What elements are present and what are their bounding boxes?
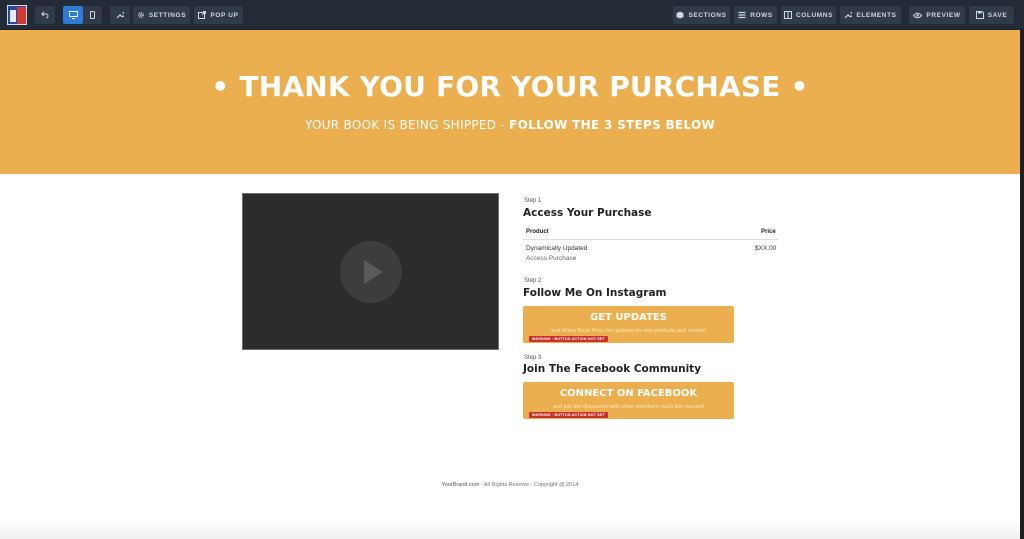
get-updates-label: GET UPDATES [590,312,667,323]
rows-button[interactable]: ROWS [734,6,777,24]
settings-button[interactable]: SETTINGS [133,6,190,24]
step2-label: Step 2 [524,278,542,284]
play-icon[interactable] [340,241,402,303]
connect-facebook-sublabel: and join the discussion with other membe… [552,404,704,410]
mobile-view-button[interactable] [83,6,102,24]
table-header-product: Product [526,229,549,235]
step3-title: Join The Facebook Community [523,363,702,375]
get-updates-sublabel: and follow Russ Perry for updates on new… [551,328,706,334]
save-button[interactable]: SAVE [969,6,1014,24]
mobile-icon [90,11,95,19]
product-name: Dynamically Updated [526,245,588,252]
hero-subtitle: YOUR BOOK IS BEING SHIPPED - FOLLOW THE … [0,118,1020,132]
undo-icon [41,11,49,19]
footer-brand: YourBrand.com [441,482,480,488]
columns-button[interactable]: COLUMNS [781,6,836,24]
popup-button[interactable]: POP UP [194,6,243,24]
external-link-icon [198,11,207,19]
app-logo [7,5,27,25]
elements-label: ELEMENTS [856,11,897,19]
cube-icon [676,11,684,19]
elements-button[interactable]: ELEMENTS [840,6,901,24]
step2-title: Follow Me On Instagram [523,287,667,299]
footer: YourBrand.com - All Rights Reserve - Cop… [0,482,1020,488]
monitor-icon [68,11,78,19]
columns-icon [783,11,792,19]
wrench-icon [116,11,124,19]
settings-label: SETTINGS [148,11,187,19]
wrench-icon [844,11,853,19]
gear-icon [137,11,145,19]
warning-badge: WARNING · BUTTON ACTION NOT SET [529,412,608,418]
undo-button[interactable] [35,6,55,24]
preview-button[interactable]: PREVIEW [909,6,965,24]
product-price: $XX.00 [755,245,777,252]
hero-subtitle-plain: YOUR BOOK IS BEING SHIPPED - [304,118,510,132]
step3-label: Step 3 [524,355,542,361]
sections-label: SECTIONS [688,11,727,19]
preview-label: PREVIEW [926,11,961,19]
step1-label: Step 1 [524,198,542,204]
hero-title: • THANK YOU FOR YOUR PURCHASE • [211,70,809,103]
footer-copyright: - All Rights Reserve - Copyright @ 2014 [479,482,579,488]
hero-section[interactable]: • THANK YOU FOR YOUR PURCHASE • YOUR BOO… [0,30,1020,174]
warning-badge: WARNING · BUTTON ACTION NOT SET [529,336,608,342]
rows-label: ROWS [750,11,773,19]
product-sub: Access Purchase [526,255,577,262]
eye-icon [913,12,923,19]
page-canvas: • THANK YOU FOR YOUR PURCHASE • YOUR BOO… [0,30,1020,539]
connect-facebook-label: CONNECT ON FACEBOOK [559,388,698,399]
save-label: SAVE [987,11,1008,19]
scrollbar[interactable] [1020,30,1024,539]
floppy-icon [975,11,984,19]
connect-facebook-button[interactable]: CONNECT ON FACEBOOK and join the discuss… [523,382,734,419]
rows-icon [738,11,746,19]
popup-label: POP UP [210,11,239,19]
desktop-view-button[interactable] [63,6,83,24]
sections-button[interactable]: SECTIONS [673,6,730,24]
columns-label: COLUMNS [795,11,834,19]
get-updates-button[interactable]: GET UPDATES and follow Russ Perry for up… [523,306,734,343]
canvas-bottom-edge [0,520,1020,539]
editor-toolbar: SETTINGS POP UP SECTIONS ROWS COLUMNS EL… [0,0,1024,30]
video-player[interactable] [242,193,499,350]
tools-button[interactable] [110,6,130,24]
table-divider [523,239,778,240]
step1-title: Access Your Purchase [523,207,652,219]
table-header-price: Price [761,229,776,235]
hero-subtitle-bold: FOLLOW THE 3 STEPS BELOW [509,118,716,132]
